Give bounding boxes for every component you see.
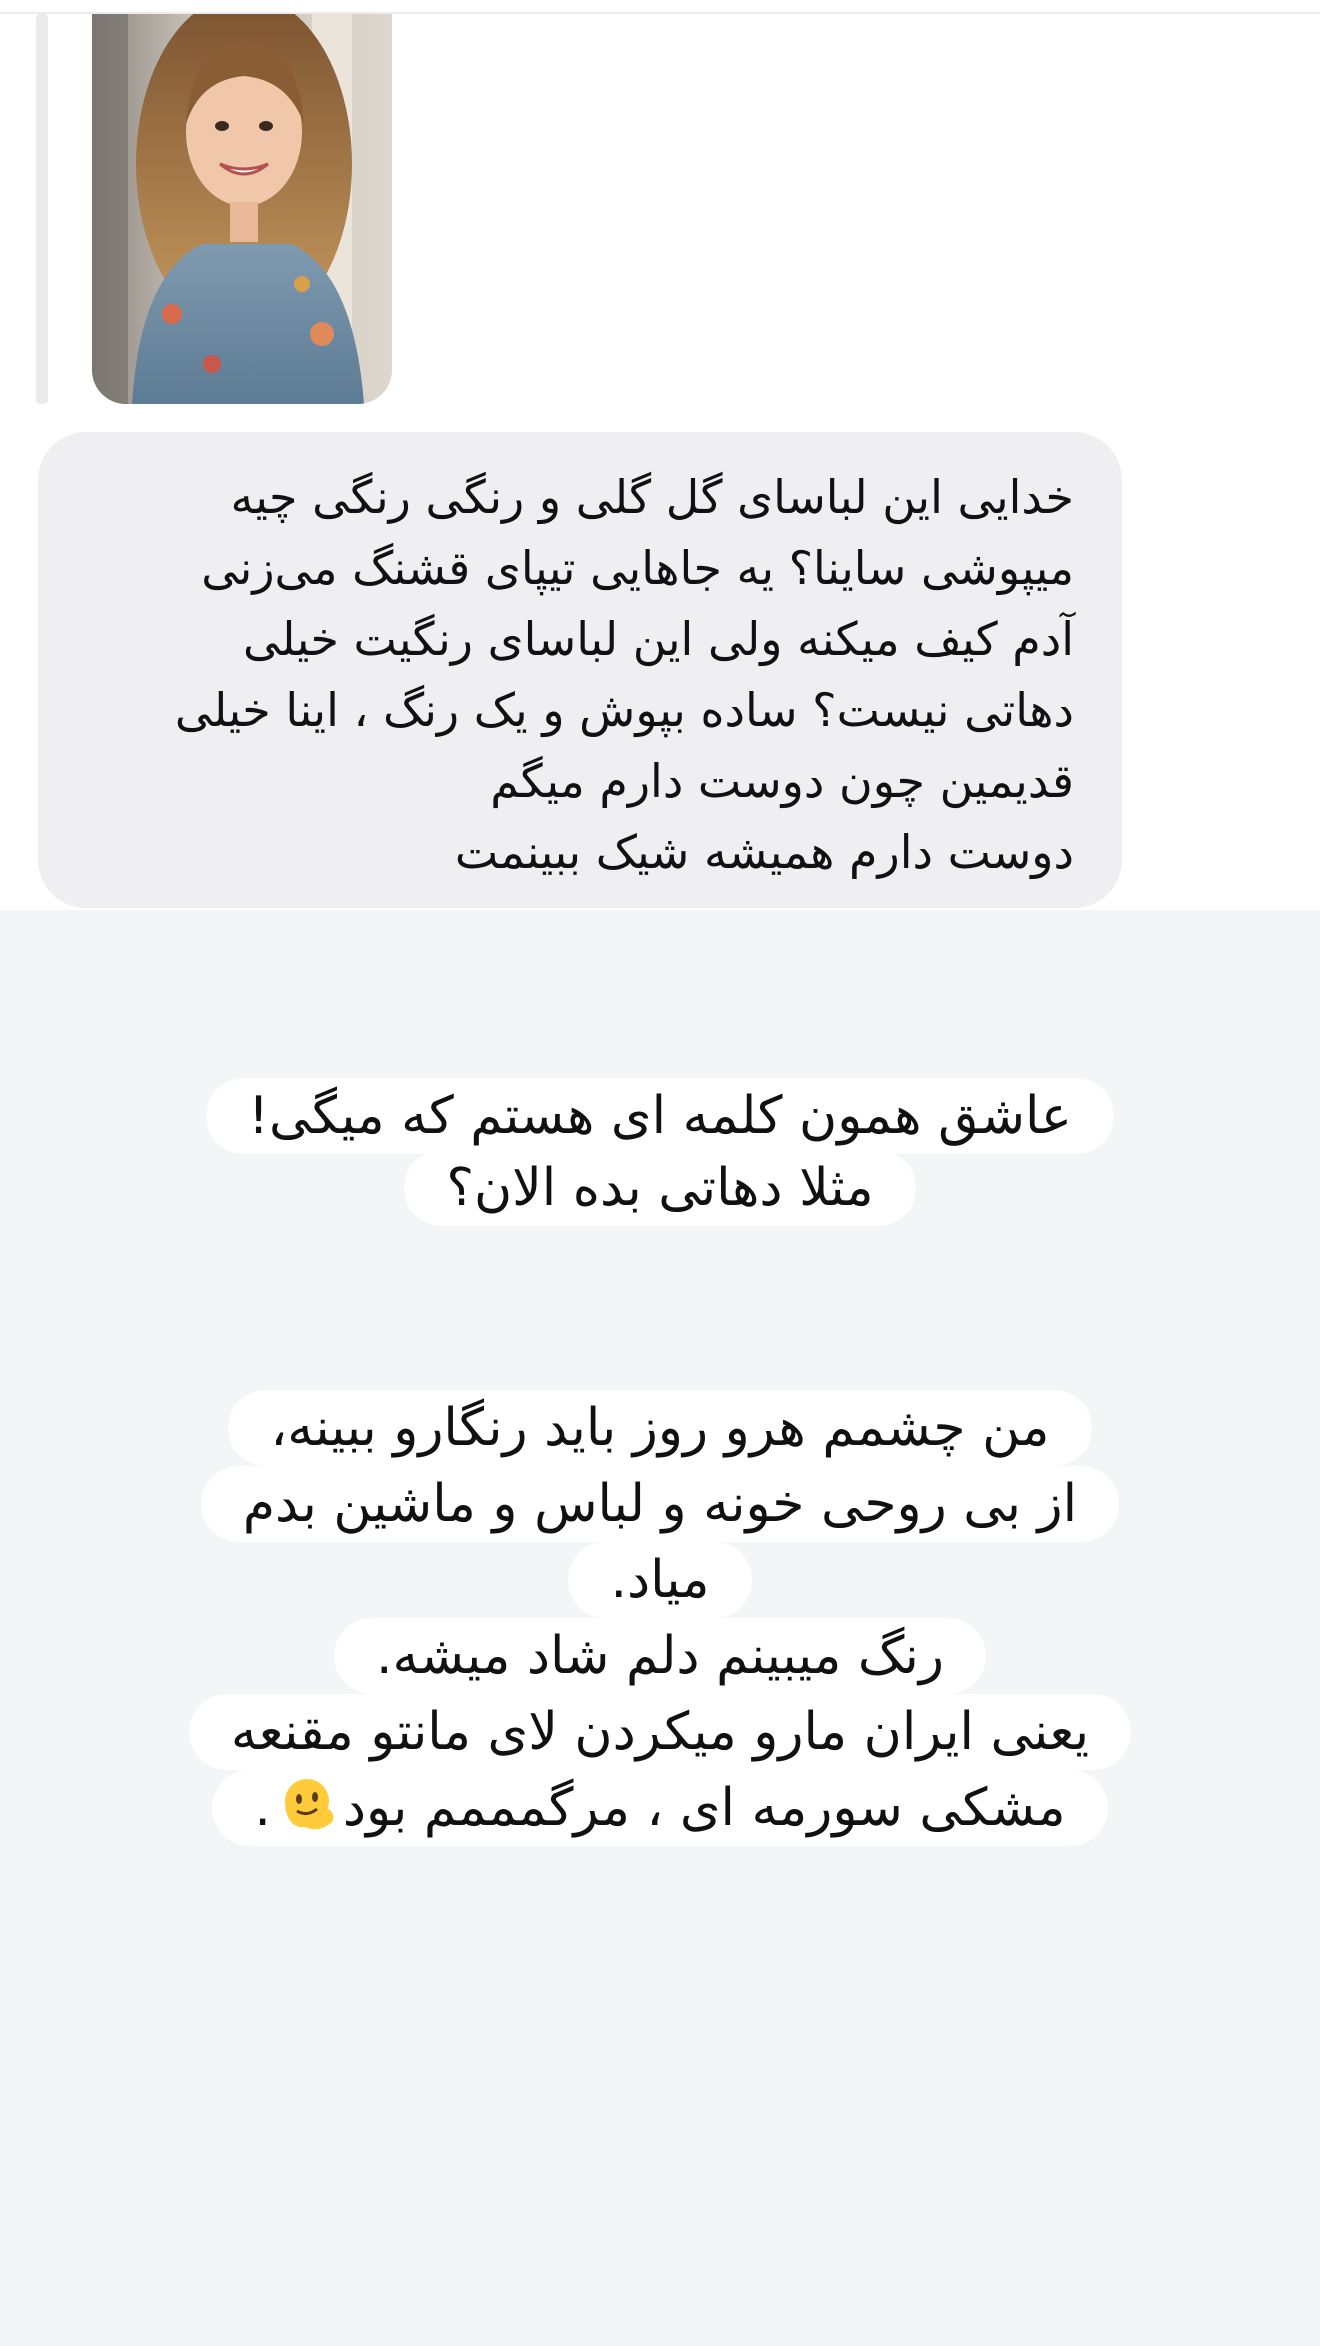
caption-line: عاشق همون کلمه ای هستم که میگی! <box>0 1078 1320 1154</box>
story-photo <box>92 14 392 404</box>
caption-line: از بی روحی خونه و لباس و ماشین بدم <box>0 1466 1320 1542</box>
reply-line: میپوشی ساینا؟ یه جاهایی تیپای قشنگ می‌زن… <box>201 541 1074 595</box>
reply-line: دوست دارم همیشه شیک ببینمت <box>454 825 1074 879</box>
reply-line: قدیمین چون دوست دارم میگم <box>490 754 1074 808</box>
story-thumbnail[interactable] <box>92 14 392 404</box>
top-divider <box>0 0 1320 14</box>
reply-line: دهاتی نیست؟ ساده بپوش و یک رنگ ، اینا خی… <box>174 683 1074 737</box>
reply-quote-bar <box>36 14 48 404</box>
story-caption-one: عاشق همون کلمه ای هستم که میگی! مثلا دها… <box>0 1078 1320 1226</box>
reply-line: آدم کیف میکنه ولی این لباسای رنگیت خیلی <box>243 612 1074 666</box>
reply-line: خدایی این لباسای گل گلی و رنگی رنگی چیه <box>230 470 1074 524</box>
story-screen[interactable]: عاشق همون کلمه ای هستم که میگی! مثلا دها… <box>0 910 1320 2346</box>
caption-line: رنگ میبینم دلم شاد میشه. <box>0 1618 1320 1694</box>
caption-line: مشکی سورمه ای ، مرگمممم بود. <box>0 1770 1320 1846</box>
reply-message-bubble[interactable]: خدایی این لباسای گل گلی و رنگی رنگی چیه … <box>38 432 1122 908</box>
caption-line: مثلا دهاتی بده الان؟ <box>0 1150 1320 1226</box>
caption-line: من چشمم هرو روز باید رنگارو ببینه، <box>0 1390 1320 1466</box>
melting-face-icon <box>275 1773 339 1837</box>
caption-line: یعنی ایران مارو میکردن لای مانتو مقنعه <box>0 1694 1320 1770</box>
story-caption-two: من چشمم هرو روز باید رنگارو ببینه، از بی… <box>0 1390 1320 1846</box>
caption-line: میاد. <box>0 1542 1320 1618</box>
